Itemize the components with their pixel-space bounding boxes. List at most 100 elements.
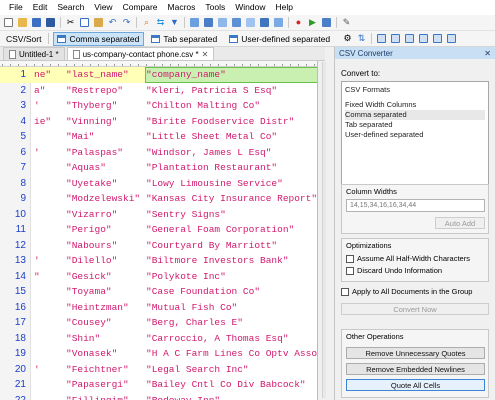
half-width-checkbox[interactable]: Assume All Half-Width Characters: [346, 254, 470, 263]
toolbar-separator: [48, 33, 50, 44]
menu-item-window[interactable]: Window: [230, 0, 270, 15]
filter-icon[interactable]: ▼: [169, 17, 180, 28]
editor-line[interactable]: 4 ie" "Vinning" "Birite Foodservice Distr": [0, 114, 317, 130]
undo-icon[interactable]: ↶: [107, 17, 118, 28]
redo-icon[interactable]: ↷: [121, 17, 132, 28]
format-list-item[interactable]: Comma separated: [345, 110, 485, 120]
remove-quotes-button[interactable]: Remove Unnecessary Quotes: [346, 347, 485, 359]
close-icon[interactable]: ✕: [484, 49, 491, 58]
save-all-icon[interactable]: [45, 17, 56, 28]
editor-line[interactable]: 20 ' "Feichtner" "Legal Search Inc": [0, 362, 317, 378]
menu-item-file[interactable]: File: [4, 0, 28, 15]
find-icon[interactable]: ⌕: [141, 17, 152, 28]
checkbox-box: [346, 266, 354, 275]
menu-item-compare[interactable]: Compare: [118, 0, 163, 15]
editor-line[interactable]: 14 " "Gesick" "Polykote Inc": [0, 269, 317, 285]
replace-icon[interactable]: ⇆: [155, 17, 166, 28]
editor-line[interactable]: 16 "Heintzman" "Mutual Fish Co": [0, 300, 317, 316]
convert-now-button[interactable]: Convert Now: [341, 303, 489, 315]
format-list-item[interactable]: User-defined separated: [345, 130, 485, 140]
view-icon-2[interactable]: [203, 17, 214, 28]
view-icon-5[interactable]: [245, 17, 256, 28]
menu-item-view[interactable]: View: [89, 0, 117, 15]
run-macro-icon[interactable]: ▶: [307, 17, 318, 28]
editor-line[interactable]: 9 "Modzelewski" "Kansas City Insurance Rep…: [0, 191, 317, 207]
save-icon[interactable]: [31, 17, 42, 28]
editor-line[interactable]: 5 "Mai" "Little Sheet Metal Co": [0, 129, 317, 145]
csv-sort-label[interactable]: CSV/Sort: [3, 34, 44, 44]
user-defined-separated-button[interactable]: User-defined separated: [225, 32, 335, 46]
menu-item-search[interactable]: Search: [52, 0, 89, 15]
editor-line[interactable]: 11 "Perigo" "General Foam Corporation": [0, 222, 317, 238]
menu-item-macros[interactable]: Macros: [163, 0, 201, 15]
auto-add-button[interactable]: Auto Add: [435, 217, 485, 229]
column-icon-1[interactable]: [376, 33, 387, 44]
column-icon-2[interactable]: [390, 33, 401, 44]
discard-undo-checkbox[interactable]: Discard Undo Information: [346, 266, 442, 275]
column-icon-6[interactable]: [446, 33, 457, 44]
csv-cell: "Mutual Fish Co": [146, 301, 238, 313]
main-toolbar: ✂ ↶ ↷ ⌕ ⇆ ▼ ● ▶ ✎: [0, 15, 495, 31]
format-list-item[interactable]: Fixed Width Columns: [345, 100, 485, 110]
editor-line[interactable]: 1 ne" "last_name" "company_name": [0, 67, 317, 83]
macro-options-icon[interactable]: [321, 17, 332, 28]
record-macro-icon[interactable]: ●: [293, 17, 304, 28]
editor-line[interactable]: 13 ' "Dilello" "Biltmore Investors Bank": [0, 253, 317, 269]
tab-untitled-1[interactable]: Untitled-1 *: [3, 47, 65, 60]
tab-csv-file[interactable]: us-company-contact phone.csv * ✕: [66, 47, 215, 60]
csv-cell: ': [34, 363, 40, 375]
column-icon-5[interactable]: [432, 33, 443, 44]
csv-cell: "Legal Search Inc": [146, 363, 249, 375]
apply-all-checkbox[interactable]: Apply to All Documents in the Group: [341, 287, 472, 296]
cut-icon[interactable]: ✂: [65, 17, 76, 28]
tab-separated-button[interactable]: Tab separated: [147, 32, 222, 46]
checkbox-box: [341, 287, 349, 296]
quote-all-cells-button[interactable]: Quote All Cells: [346, 379, 485, 391]
tab-label: Untitled-1 *: [19, 49, 59, 59]
close-icon[interactable]: ✕: [202, 50, 209, 59]
editor-line[interactable]: 3 ' "Thyberg" "Chilton Malting Co": [0, 98, 317, 114]
column-icon-3[interactable]: [404, 33, 415, 44]
view-icon-1[interactable]: [189, 17, 200, 28]
column-widths-input[interactable]: 14,15,34,16,16,34,44: [346, 199, 485, 212]
new-file-icon[interactable]: [3, 17, 14, 28]
other-operations-group: Other Operations Remove Unnecessary Quot…: [341, 329, 489, 398]
format-list-item[interactable]: Tab separated: [345, 120, 485, 130]
csv-cell: "Case Foundation Co": [146, 286, 261, 298]
menu-item-help[interactable]: Help: [271, 0, 298, 15]
column-icon-4[interactable]: [418, 33, 429, 44]
editor-line[interactable]: 2 a" "Restrepo" "Kleri, Patricia S Esq": [0, 83, 317, 99]
csv-cell: "Birite Foodservice Distr": [146, 115, 295, 127]
text-editor[interactable]: 1 ne" "last_name" "company_name" 2 a" "Restrep…: [0, 61, 318, 400]
editor-line[interactable]: 15 "Toyama" "Case Foundation Co": [0, 284, 317, 300]
editor-line[interactable]: 8 "Uyetake" "Lowy Limousine Service": [0, 176, 317, 192]
copy-icon[interactable]: [79, 17, 90, 28]
editor-line[interactable]: 21 "Papasergi" "Bailey Cntl Co Div Babcock…: [0, 377, 317, 393]
menu-item-edit[interactable]: Edit: [28, 0, 53, 15]
view-icon-3[interactable]: [217, 17, 228, 28]
editor-line[interactable]: 18 "Shin" "Carroccio, A Thomas Esq": [0, 331, 317, 347]
open-folder-icon[interactable]: [17, 17, 28, 28]
vertical-scrollbar[interactable]: [322, 62, 326, 398]
editor-line[interactable]: 17 "Cousey" "Berg, Charles E": [0, 315, 317, 331]
menu-item-tools[interactable]: Tools: [200, 0, 230, 15]
editor-line[interactable]: 10 "Vizarro" "Sentry Signs": [0, 207, 317, 223]
tools-icon[interactable]: ✎: [341, 17, 352, 28]
line-number: 7: [20, 162, 26, 174]
csv-cell: "Restrepo": [66, 84, 124, 96]
view-icon-4[interactable]: [231, 17, 242, 28]
line-number: 13: [14, 255, 26, 267]
paste-icon[interactable]: [93, 17, 104, 28]
editor-line[interactable]: 19 "Vonasek" "H A C Farm Lines Co Optv Ass…: [0, 346, 317, 362]
view-icon-6[interactable]: [259, 17, 270, 28]
comma-separated-button[interactable]: Comma separated: [53, 31, 145, 46]
editor-line[interactable]: 6 ' "Palaspas" "Windsor, James L Esq": [0, 145, 317, 161]
remove-newlines-button[interactable]: Remove Embedded Newlines: [346, 363, 485, 375]
csv-cell: "Mai": [66, 131, 95, 143]
view-icon-7[interactable]: [273, 17, 284, 28]
editor-line[interactable]: 7 "Aquas" "Plantation Restaurant": [0, 160, 317, 176]
settings-icon[interactable]: ⚙: [342, 33, 353, 44]
editor-line[interactable]: 12 "Nabours" "Courtyard By Marriott": [0, 238, 317, 254]
sort-icon[interactable]: ⇅: [356, 33, 367, 44]
editor-line[interactable]: 22 "Fillingim" "Rodeway Inn": [0, 393, 317, 400]
